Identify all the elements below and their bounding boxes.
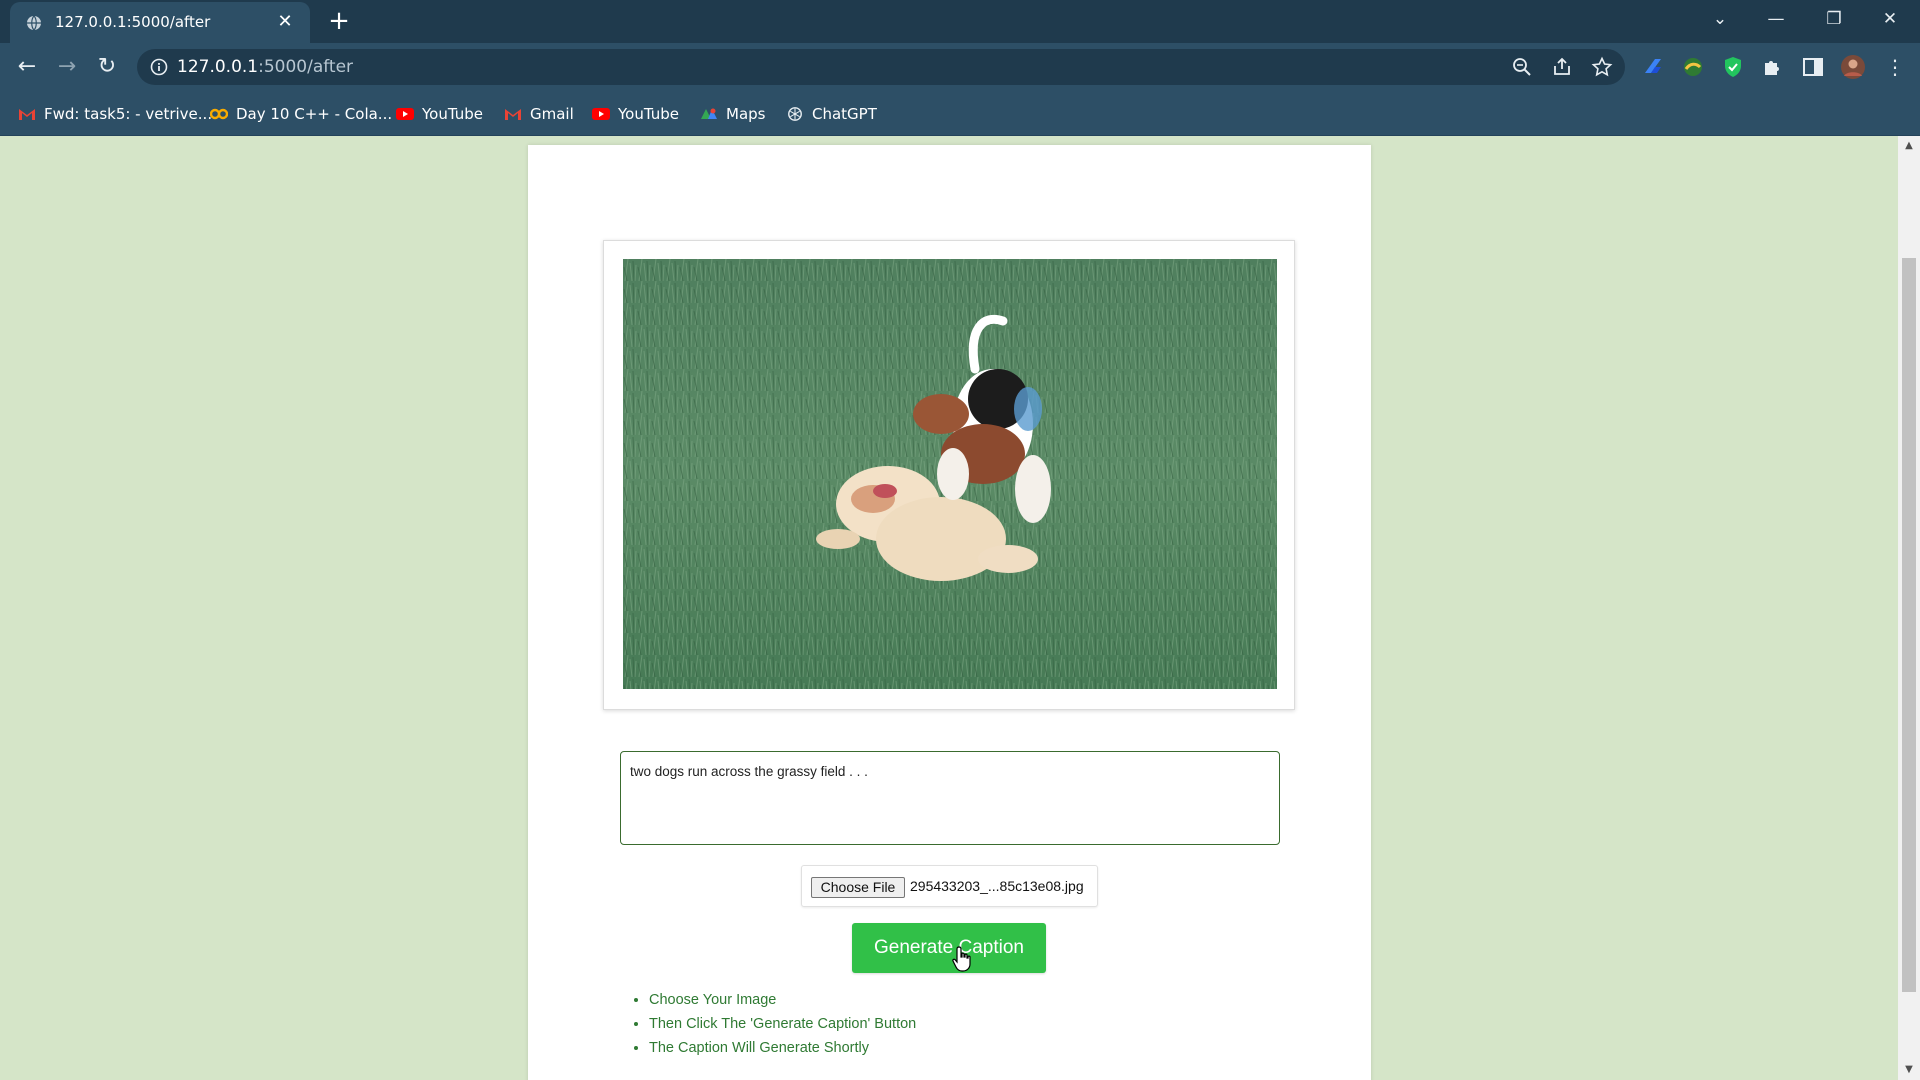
new-tab-button[interactable]: + — [324, 6, 354, 36]
bookmark-label: Day 10 C++ - Cola... — [236, 105, 393, 123]
instruction-item: Choose Your Image — [649, 988, 916, 1012]
bookmark-label: YouTube — [618, 105, 679, 123]
chatgpt-icon — [788, 107, 802, 121]
forward-button[interactable]: → — [52, 52, 82, 82]
profile-avatar-icon[interactable] — [1841, 55, 1865, 79]
youtube-icon — [592, 108, 610, 120]
close-tab-icon[interactable]: ✕ — [274, 11, 296, 33]
hand-cursor-icon — [952, 946, 971, 972]
shield-extension-icon[interactable] — [1721, 55, 1745, 79]
page-viewport: two dogs run across the grassy field . .… — [0, 136, 1898, 1080]
back-button[interactable]: ← — [12, 52, 42, 82]
url-path: :5000/after — [258, 57, 354, 77]
extensions-puzzle-icon[interactable] — [1761, 55, 1785, 79]
file-input[interactable]: Choose File 295433203_...85c13e08.jpg — [801, 865, 1098, 907]
bookmark-label: Fwd: task5: - vetrive... — [44, 105, 213, 123]
scrollbar-thumb[interactable] — [1902, 258, 1916, 992]
browser-toolbar: ← → ↻ 127.0.0.1:5000/after ⋮ — [0, 43, 1920, 91]
browser-tab[interactable]: 127.0.0.1:5000/after ✕ — [10, 2, 310, 43]
tab-title: 127.0.0.1:5000/after — [55, 13, 211, 31]
image-preview-frame — [603, 240, 1295, 710]
gmail-icon — [19, 109, 35, 120]
menu-dots-icon[interactable]: ⋮ — [1880, 52, 1910, 82]
bookmark-label: Maps — [726, 105, 766, 123]
url-text[interactable]: 127.0.0.1:5000/after — [177, 57, 353, 77]
youtube-icon — [396, 108, 414, 120]
url-host: 127.0.0.1 — [177, 57, 259, 77]
instructions-list: Choose Your Image Then Click The 'Genera… — [621, 988, 916, 1060]
gmail-icon — [505, 109, 521, 120]
minimize-button[interactable]: — — [1748, 0, 1804, 40]
bookmark-item[interactable]: ChatGPT — [786, 103, 877, 125]
colab-icon — [210, 108, 228, 120]
scroll-up-arrow-icon[interactable]: ▲ — [1898, 136, 1920, 156]
selected-file-name: 295433203_...85c13e08.jpg — [910, 878, 1084, 894]
maps-icon — [701, 108, 717, 119]
side-panel-icon[interactable] — [1801, 55, 1825, 79]
bookmark-item[interactable]: Maps — [700, 103, 765, 125]
close-window-button[interactable]: ✕ — [1862, 0, 1918, 40]
bookmark-item[interactable]: YouTube — [592, 103, 679, 125]
extension-blue-icon[interactable] — [1641, 55, 1665, 79]
tab-search-dropdown-icon[interactable]: ⌄ — [1692, 0, 1748, 40]
dog-photo-illustration — [623, 259, 1277, 689]
site-info-icon[interactable] — [149, 57, 169, 77]
bookmarks-bar: Fwd: task5: - vetrive... Day 10 C++ - Co… — [0, 91, 1920, 136]
bookmark-item[interactable]: Fwd: task5: - vetrive... — [18, 103, 212, 125]
zoom-icon[interactable] — [1511, 56, 1533, 78]
instruction-item: The Caption Will Generate Shortly — [649, 1036, 916, 1060]
bookmark-label: ChatGPT — [812, 105, 877, 123]
address-bar[interactable]: 127.0.0.1:5000/after — [137, 49, 1625, 85]
bookmark-label: YouTube — [422, 105, 483, 123]
scroll-down-arrow-icon[interactable]: ▼ — [1898, 1060, 1920, 1080]
bookmark-item[interactable]: Day 10 C++ - Cola... — [210, 103, 392, 125]
extension-colorful-icon[interactable] — [1681, 55, 1705, 79]
choose-file-button[interactable]: Choose File — [811, 877, 905, 898]
restore-button[interactable]: ❐ — [1806, 0, 1862, 40]
uploaded-image — [623, 259, 1277, 689]
page-scrollbar[interactable]: ▲ ▼ — [1898, 136, 1920, 1080]
globe-icon — [27, 15, 41, 31]
content-card: two dogs run across the grassy field . .… — [528, 145, 1371, 1080]
bookmark-label: Gmail — [530, 105, 574, 123]
bookmark-star-icon[interactable] — [1591, 56, 1613, 78]
share-icon[interactable] — [1551, 56, 1573, 78]
instruction-item: Then Click The 'Generate Caption' Button — [649, 1012, 916, 1036]
tab-strip: 127.0.0.1:5000/after ✕ + ⌄ — ❐ ✕ — [0, 0, 1920, 43]
bookmark-item[interactable]: YouTube — [396, 103, 483, 125]
caption-output-textarea[interactable]: two dogs run across the grassy field . .… — [620, 751, 1280, 845]
bookmark-item[interactable]: Gmail — [504, 103, 574, 125]
generate-caption-button[interactable]: Generate Caption — [852, 923, 1046, 973]
reload-button[interactable]: ↻ — [92, 52, 122, 82]
